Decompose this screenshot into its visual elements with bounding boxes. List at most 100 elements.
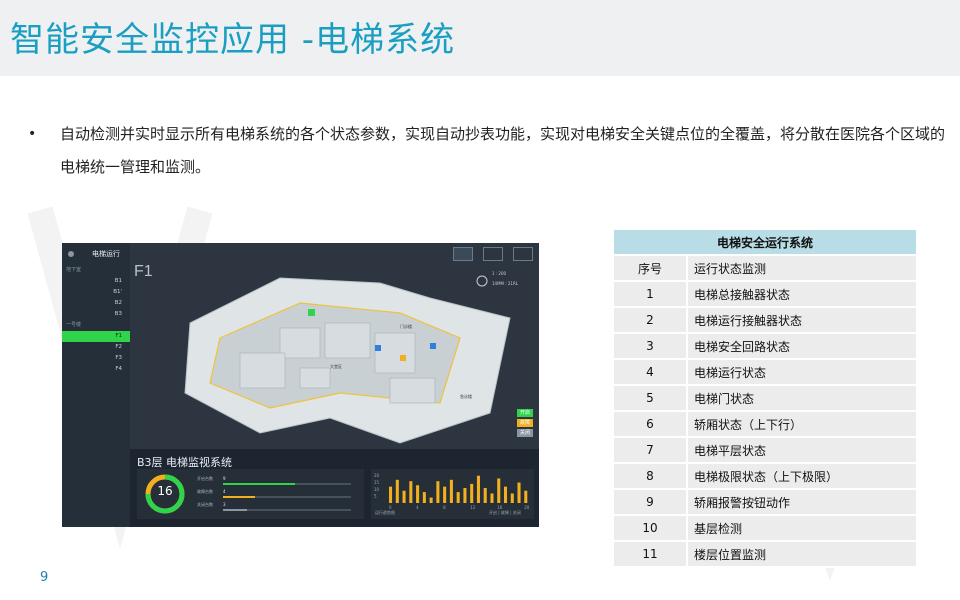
table-row: 3 电梯安全回路状态 <box>614 333 916 360</box>
sidebar-item-floor[interactable]: B1' <box>62 287 130 298</box>
chart-bar <box>510 493 514 503</box>
sidebar-item-floor[interactable]: F2 <box>62 342 130 353</box>
row-item: 电梯门状态 <box>687 385 916 412</box>
status-bar-row: 关闭台数 3 <box>197 502 357 511</box>
table-header-row: 序号 运行状态监测 <box>614 255 916 282</box>
status-bar-value: 4 <box>223 489 226 494</box>
view-toolbar <box>453 247 533 261</box>
map-label: 大堂区 <box>330 363 342 369</box>
row-item: 电梯总接触器状态 <box>687 281 916 308</box>
row-number: 8 <box>614 463 688 490</box>
sidebar-item-floor[interactable]: B3 <box>62 309 130 320</box>
status-legend: 开启 故障 关闭 <box>516 409 533 439</box>
row-item: 轿厢报警按钮动作 <box>687 489 916 516</box>
bullet-text: 自动检测并实时显示所有电梯系统的各个状态参数，实现自动抄表功能，实现对电梯安全关… <box>60 125 946 176</box>
bullet-dot: • <box>28 126 37 142</box>
bar-chart-panel: 20 15 10 5 0 4 8 12 16 20 运行趋势图 开启 | 故障 | 关闭 <box>371 469 534 519</box>
status-legend-item[interactable]: 开启 <box>516 409 533 417</box>
row-item: 楼层位置监测 <box>687 541 916 568</box>
gauge-panel: 16 开启台数 9 故障台数 4 关闭台数 3 <box>137 469 364 519</box>
y-tick-label: 5 <box>374 494 377 499</box>
status-legend-item[interactable]: 关闭 <box>516 429 533 437</box>
row-item: 电梯安全回路状态 <box>687 333 916 360</box>
table-title: 电梯安全运行系统 <box>614 230 916 256</box>
table-row: 9 轿厢报警按钮动作 <box>614 489 916 516</box>
row-number: 9 <box>614 489 688 516</box>
row-number: 2 <box>614 307 688 334</box>
layout-view-icon[interactable] <box>513 247 533 261</box>
floor-list: 地下室 B1 B1' B2 B3 一号楼 F1 F2 F3 F4 <box>62 265 130 375</box>
chart-bar <box>449 479 453 503</box>
sidebar-item-floor[interactable]: F1 <box>62 331 130 342</box>
sidebar-header: 电梯运行 <box>62 243 130 265</box>
chart-bar <box>436 481 440 503</box>
status-bar-value: 9 <box>223 476 226 481</box>
chart-bar <box>443 486 447 503</box>
elevator-monitor-screenshot: 电梯运行 地下室 B1 B1' B2 B3 一号楼 F1 F2 F3 F4 大堂区 门诊楼 急诊楼 <box>62 243 539 527</box>
status-bar-track <box>223 483 351 485</box>
y-tick-label: 10 <box>374 487 380 492</box>
gear-icon[interactable] <box>68 251 74 257</box>
elevator-safety-table: 电梯安全运行系统 序号 运行状态监测 1 电梯总接触器状态 2 电梯运行接触器状态 3 电… <box>614 230 916 568</box>
chart-bar <box>497 478 501 503</box>
list-view-icon[interactable] <box>453 247 473 261</box>
chart-footer-right: 开启 | 故障 | 关闭 <box>489 510 521 515</box>
sidebar-title: 电梯运行 <box>92 250 120 258</box>
status-bar-value: 3 <box>223 502 226 507</box>
status-bar-fill <box>223 509 248 511</box>
sidebar-item-floor[interactable]: F3 <box>62 353 130 364</box>
row-number: 6 <box>614 411 688 438</box>
x-tick-label: 12 <box>470 505 476 510</box>
row-item: 电梯平层状态 <box>687 437 916 464</box>
status-legend-item[interactable]: 故障 <box>516 419 533 427</box>
chart-bar <box>456 492 460 503</box>
table-row: 7 电梯平层状态 <box>614 437 916 464</box>
title-band: 智能安全监控应用 -电梯系统 <box>0 0 960 76</box>
gauge-value: 16 <box>157 484 173 498</box>
chart-bar <box>517 482 521 503</box>
row-item: 基层检测 <box>687 515 916 542</box>
status-bar-label: 故障台数 <box>197 489 213 494</box>
y-tick-label: 15 <box>374 480 380 485</box>
x-tick-label: 4 <box>416 505 419 510</box>
table-row: 4 电梯运行状态 <box>614 359 916 386</box>
elevator-marker <box>308 309 315 316</box>
sidebar-item-floor[interactable]: B2 <box>62 298 130 309</box>
map-view-icon[interactable] <box>483 247 503 261</box>
bullet-point: • 自动检测并实时显示所有电梯系统的各个状态参数，实现自动抄表功能，实现对电梯安… <box>28 118 948 184</box>
floor-map: 大堂区 门诊楼 急诊楼 1 : 200 14MM : 21RL <box>184 271 519 444</box>
stat-line: 1 : 200 <box>492 271 507 276</box>
row-item: 电梯极限状态（上下极限） <box>687 463 916 490</box>
x-tick-label: 8 <box>443 505 446 510</box>
status-bar-fill <box>223 496 255 498</box>
row-number: 5 <box>614 385 688 412</box>
row-item: 轿厢状态（上下行） <box>687 411 916 438</box>
sidebar-item-floor[interactable]: B1 <box>62 276 130 287</box>
table-row: 1 电梯总接触器状态 <box>614 281 916 308</box>
header-item: 运行状态监测 <box>687 255 916 282</box>
chart-bar <box>470 483 474 503</box>
sidebar-item-floor[interactable]: F4 <box>62 364 130 375</box>
chart-bar <box>395 479 399 503</box>
row-number: 11 <box>614 541 688 568</box>
map-label: 门诊楼 <box>400 323 412 329</box>
table-row: 11 楼层位置监测 <box>614 541 916 568</box>
elevator-marker <box>430 343 436 349</box>
chart-bar <box>389 486 393 503</box>
chart-bar <box>402 490 406 503</box>
table-row: 10 基层检测 <box>614 515 916 542</box>
status-bar-label: 关闭台数 <box>197 502 213 507</box>
row-item: 电梯运行接触器状态 <box>687 307 916 334</box>
row-number: 10 <box>614 515 688 542</box>
status-bar-row: 故障台数 4 <box>197 489 357 498</box>
chart-bar <box>416 485 420 503</box>
chart-bar <box>463 488 467 503</box>
chart-bar <box>409 481 413 503</box>
status-bar-track <box>223 496 351 498</box>
floor-map-area: 大堂区 门诊楼 急诊楼 1 : 200 14MM : 21RL F1 开启 故障关… <box>130 243 539 449</box>
floor-sidebar: 电梯运行 地下室 B1 B1' B2 B3 一号楼 F1 F2 F3 F4 <box>62 243 130 527</box>
table-row: 6 轿厢状态（上下行） <box>614 411 916 438</box>
status-bar-label: 开启台数 <box>197 476 213 481</box>
table-row: 5 电梯门状态 <box>614 385 916 412</box>
row-number: 7 <box>614 437 688 464</box>
